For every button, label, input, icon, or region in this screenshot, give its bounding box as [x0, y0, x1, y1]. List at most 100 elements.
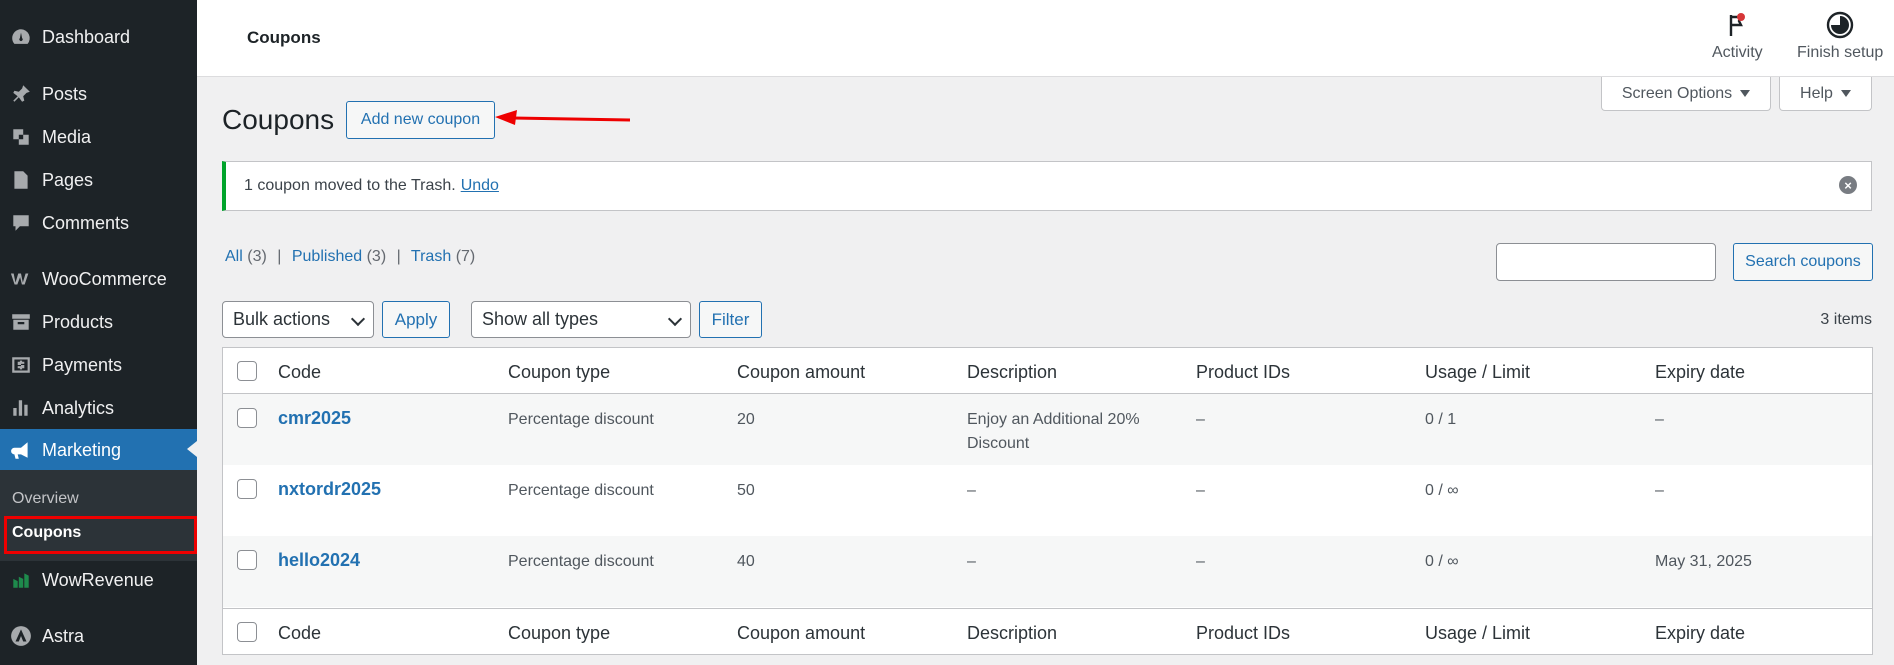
separator: | [277, 248, 282, 265]
sidebar-item-label: Posts [42, 83, 88, 104]
row-checkbox[interactable] [237, 550, 257, 570]
wowrevenue-icon [0, 569, 42, 591]
column-header-usage-limit: Usage / Limit [1425, 362, 1531, 382]
column-footer-description: Description [967, 623, 1058, 643]
coupon-code-link[interactable]: cmr2025 [278, 406, 351, 430]
product-ids: – [1196, 411, 1205, 428]
column-header-description: Description [967, 362, 1058, 382]
screen-options-label: Screen Options [1621, 84, 1733, 102]
finish-setup-label: Finish setup [1797, 44, 1884, 61]
usage-limit: 0 / ∞ [1425, 553, 1459, 570]
select-all-checkbox[interactable] [237, 622, 257, 642]
sidebar-item-media[interactable]: Media [0, 117, 197, 157]
notice-text: 1 coupon moved to the Trash. [244, 177, 456, 194]
coupon-code-link[interactable]: nxtordr2025 [278, 477, 381, 501]
select-all-checkbox[interactable] [237, 361, 257, 381]
sidebar-item-dashboard[interactable]: Dashboard [0, 17, 197, 57]
coupon-description: – [967, 553, 976, 570]
column-footer-coupon-type: Coupon type [508, 623, 611, 643]
filter-all-link[interactable]: All [225, 248, 243, 265]
comment-icon [0, 212, 42, 234]
close-icon[interactable]: × [1839, 176, 1857, 194]
sidebar-item-astra[interactable]: Astra [0, 616, 197, 656]
filter-trash-link[interactable]: Trash [411, 248, 451, 265]
pages-icon [0, 169, 42, 191]
triangle-down-icon [1840, 90, 1851, 97]
coupon-amount: 20 [737, 411, 755, 428]
usage-limit: 0 / ∞ [1425, 482, 1459, 499]
sidebar-item-label: Comments [42, 212, 130, 233]
submenu-item-overview[interactable]: Overview [12, 490, 79, 508]
help-button[interactable]: Help [1779, 77, 1872, 111]
sidebar-item-products[interactable]: Products [0, 302, 197, 342]
add-new-coupon-button[interactable]: Add new coupon [346, 101, 495, 139]
separator: | [396, 248, 401, 265]
table-row: nxtordr2025 Percentage discount 50 – – 0… [223, 465, 1872, 536]
media-icon [0, 126, 42, 148]
table-footer: Code Coupon type Coupon amount Descripti… [223, 608, 1872, 654]
sidebar-item-label: Dashboard [42, 26, 131, 47]
red-arrow-annotation-icon [495, 110, 630, 125]
search-coupons-button[interactable]: Search coupons [1733, 243, 1873, 281]
row-checkbox[interactable] [237, 479, 257, 499]
column-footer-code[interactable]: Code [278, 623, 321, 644]
coupon-type-select[interactable]: Show all types [471, 301, 691, 338]
column-header-coupon-type: Coupon type [508, 362, 611, 382]
header-title: Coupons [247, 28, 321, 47]
bulk-actions-select[interactable]: Bulk actions [222, 301, 374, 338]
sidebar-item-marketing[interactable]: Marketing [0, 429, 197, 471]
archive-icon [0, 311, 42, 333]
sidebar-item-pages[interactable]: Pages [0, 160, 197, 200]
row-checkbox[interactable] [237, 408, 257, 428]
bar-chart-icon [0, 397, 42, 419]
coupon-type: Percentage discount [508, 553, 654, 570]
finish-setup-button[interactable]: Finish setup [1797, 10, 1883, 62]
sidebar-item-comments[interactable]: Comments [0, 203, 197, 243]
status-filter-links: All (3) | Published (3) | Trash (7) [225, 248, 475, 266]
column-footer-coupon-amount: Coupon amount [737, 623, 866, 643]
coupon-amount: 40 [737, 553, 755, 570]
woo-icon [0, 268, 42, 290]
sidebar-item-wowrevenue[interactable]: WowRevenue [0, 560, 197, 600]
activity-label: Activity [1712, 44, 1763, 61]
coupon-type: Percentage discount [508, 482, 654, 499]
search-input[interactable] [1496, 243, 1716, 281]
bulk-actions-selected: Bulk actions [233, 309, 331, 329]
coupon-type: Percentage discount [508, 411, 654, 428]
table-header: Code Coupon type Coupon amount Descripti… [223, 348, 1872, 394]
screen-options-button[interactable]: Screen Options [1601, 77, 1771, 111]
coupon-code-link[interactable]: hello2024 [278, 548, 360, 572]
column-header-expiry-date[interactable]: Expiry date [1655, 362, 1745, 383]
apply-button[interactable]: Apply [382, 301, 450, 338]
items-count: 3 items [1820, 311, 1872, 328]
sidebar-item-analytics[interactable]: Analytics [0, 388, 197, 428]
filter-published-link[interactable]: Published [292, 248, 362, 265]
woocommerce-header: Coupons Activity Finish setup [197, 0, 1894, 77]
dashboard-icon [0, 26, 42, 48]
sidebar-item-woocommerce[interactable]: WooCommerce [0, 259, 197, 299]
dollar-icon [0, 354, 42, 376]
expiry-date: May 31, 2025 [1655, 553, 1752, 570]
undo-link[interactable]: Undo [461, 177, 499, 195]
coupon-amount: 50 [737, 482, 755, 499]
coupon-type-selected: Show all types [482, 309, 599, 329]
sidebar-item-label: Analytics [42, 397, 115, 418]
sidebar-item-label: Astra [42, 625, 85, 646]
filter-button[interactable]: Filter [699, 301, 762, 338]
column-header-code[interactable]: Code [278, 362, 321, 383]
product-ids: – [1196, 482, 1205, 499]
coupon-description-line: Enjoy an Additional 20% [967, 411, 1140, 428]
column-footer-expiry-date[interactable]: Expiry date [1655, 623, 1745, 644]
column-footer-product-ids: Product IDs [1196, 623, 1291, 643]
progress-circle-icon [1826, 11, 1854, 39]
filter-count: (7) [455, 248, 476, 265]
activity-button[interactable]: Activity [1712, 10, 1763, 62]
pin-icon [0, 83, 42, 105]
expiry-date: – [1655, 482, 1664, 499]
sidebar-item-posts[interactable]: Posts [0, 74, 197, 114]
astra-icon [0, 625, 42, 647]
page-title: Coupons [222, 104, 335, 135]
sidebar-item-payments[interactable]: Payments [0, 345, 197, 385]
coupons-annotation-box [4, 516, 197, 554]
coupons-table: Code Coupon type Coupon amount Descripti… [222, 347, 1873, 655]
